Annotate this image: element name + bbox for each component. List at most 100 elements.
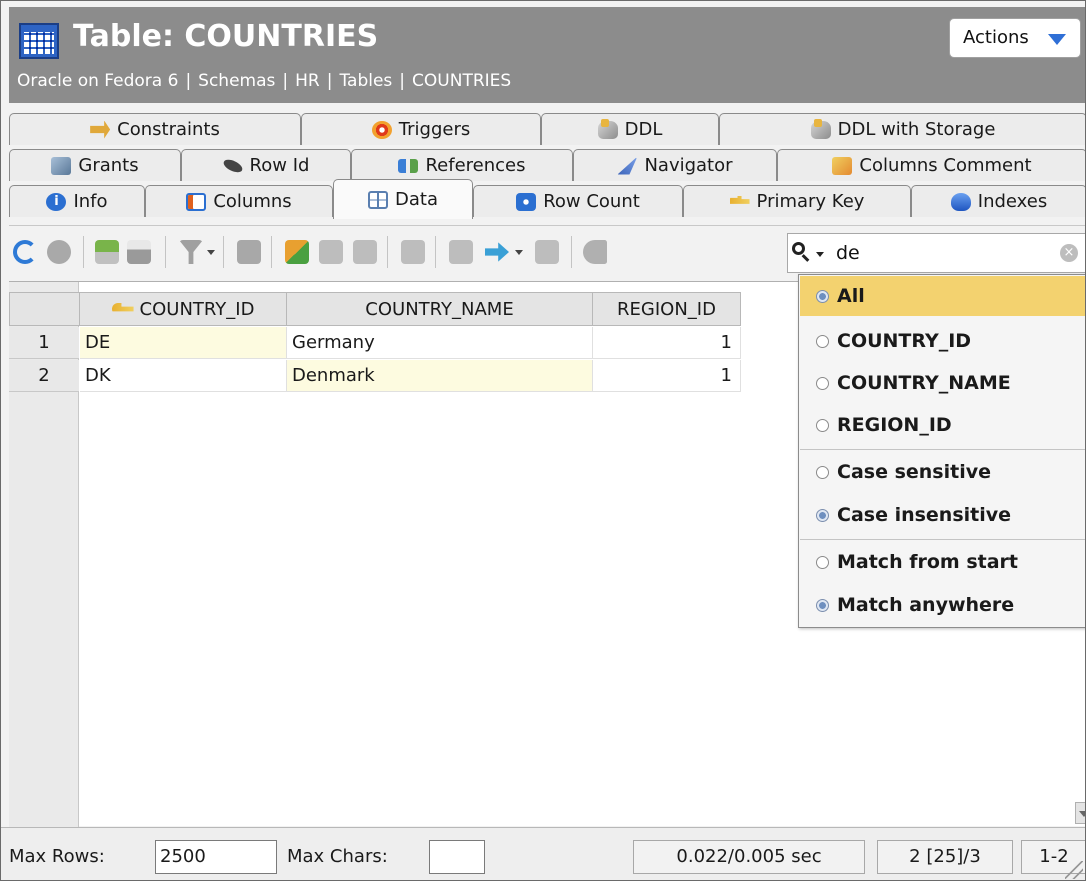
actions-button[interactable]: Actions	[949, 18, 1081, 58]
breadcrumb-schemas[interactable]: Schemas	[198, 71, 275, 91]
export-icon[interactable]	[95, 240, 119, 264]
column-header-label: REGION_ID	[617, 298, 716, 320]
menu-option-label: Match from start	[837, 551, 1018, 573]
table-editor-window: Table: COUNTRIES Oracle on Fedora 6 | Sche…	[0, 0, 1086, 881]
menu-option-case-insensitive[interactable]: Case insensitive	[800, 495, 1085, 535]
search-icon[interactable]	[792, 242, 812, 262]
tab-ddl[interactable]: DDL	[541, 113, 719, 145]
breadcrumb-schema[interactable]: HR	[295, 71, 320, 91]
toolbar-separator	[271, 236, 272, 268]
tab-references[interactable]: References	[351, 149, 573, 181]
menu-option-case-sensitive[interactable]: Case sensitive	[800, 452, 1085, 492]
tab-ddl-with-storage[interactable]: DDL with Storage	[719, 113, 1085, 145]
menu-option-match-anywhere[interactable]: Match anywhere	[800, 585, 1085, 625]
tab-label: Navigator	[644, 155, 733, 176]
clear-icon[interactable]: ×	[1060, 244, 1078, 262]
cell-country-id[interactable]: DE	[80, 327, 287, 359]
tab-constraints[interactable]: Constraints	[9, 113, 301, 145]
tab-label: Indexes	[977, 191, 1048, 212]
tab-info[interactable]: Info	[9, 185, 145, 217]
cell-country-name[interactable]: Germany	[287, 327, 593, 359]
undo-icon[interactable]	[583, 240, 607, 264]
tab-label: Info	[73, 191, 108, 212]
column-header-label: COUNTRY_NAME	[365, 298, 514, 320]
row-info-display: 2 [25]/3	[877, 840, 1013, 874]
tab-row-id[interactable]: Row Id	[181, 149, 351, 181]
sort-icon[interactable]	[449, 240, 473, 264]
bookmark-icon[interactable]	[535, 240, 559, 264]
toolbar-separator	[83, 236, 84, 268]
menu-option-match-from-start[interactable]: Match from start	[800, 542, 1085, 582]
chevron-down-icon[interactable]	[515, 250, 523, 255]
indexes-icon	[950, 192, 971, 211]
commit-icon[interactable]	[353, 240, 377, 264]
menu-option-country-name[interactable]: COUNTRY_NAME	[800, 363, 1085, 403]
tab-label: Primary Key	[756, 191, 865, 212]
scroll-down-button[interactable]	[1075, 802, 1085, 824]
print-icon[interactable]	[127, 240, 151, 264]
rollback-icon[interactable]	[401, 240, 425, 264]
cell-region-id[interactable]: 1	[593, 327, 741, 359]
tab-navigator[interactable]: Navigator	[573, 149, 777, 181]
filter-icon[interactable]	[179, 240, 203, 264]
column-header-country-id[interactable]: COUNTRY_ID	[79, 292, 287, 326]
chevron-down-icon[interactable]	[816, 252, 824, 257]
tab-label: Row Id	[249, 155, 310, 176]
tab-columns[interactable]: Columns	[145, 185, 333, 217]
radio-icon	[816, 418, 829, 432]
search-input[interactable]	[836, 240, 1056, 266]
row-number[interactable]: 2	[9, 360, 79, 392]
max-rows-input[interactable]: 2500	[155, 840, 277, 874]
ddl-storage-icon	[810, 118, 831, 139]
delete-row-icon[interactable]	[319, 240, 343, 264]
row-number[interactable]: 1	[9, 327, 79, 359]
max-rows-label: Max Rows:	[9, 846, 105, 867]
tab-label: Triggers	[398, 119, 471, 140]
menu-separator	[800, 539, 1085, 540]
tab-indexes[interactable]: Indexes	[911, 185, 1085, 217]
freeze-view-icon[interactable]	[237, 240, 261, 264]
breadcrumb-tables[interactable]: Tables	[339, 71, 392, 91]
tab-row-count[interactable]: Row Count	[473, 185, 683, 217]
tab-grants[interactable]: Grants	[9, 149, 181, 181]
insert-row-icon[interactable]	[285, 240, 309, 264]
tab-columns-comment[interactable]: Columns Comment	[777, 149, 1085, 181]
refresh-icon[interactable]	[13, 240, 37, 264]
columns-comment-icon	[832, 156, 853, 175]
tab-label: Columns Comment	[859, 155, 1032, 176]
max-chars-label: Max Chars:	[287, 846, 388, 867]
menu-option-label: REGION_ID	[837, 414, 952, 436]
navigate-icon[interactable]	[485, 242, 509, 262]
cell-country-name[interactable]: Denmark	[287, 360, 593, 392]
stop-icon[interactable]	[47, 240, 71, 264]
row-count-icon	[516, 192, 537, 211]
breadcrumb: Oracle on Fedora 6 | Schemas | HR | Tables | COU…	[17, 71, 512, 91]
editor-header: Table: COUNTRIES Oracle on Fedora 6 | Sche…	[9, 7, 1085, 103]
chevron-down-icon[interactable]	[207, 250, 215, 255]
column-header-country-name[interactable]: COUNTRY_NAME	[286, 292, 593, 326]
tab-data[interactable]: Data	[333, 179, 473, 219]
tab-primary-key[interactable]: Primary Key	[683, 185, 911, 217]
resize-grip-icon[interactable]	[1065, 861, 1083, 879]
tab-triggers[interactable]: Triggers	[301, 113, 541, 145]
menu-option-label: Match anywhere	[837, 594, 1015, 616]
radio-icon	[816, 376, 829, 390]
references-icon	[398, 158, 419, 173]
menu-option-country-id[interactable]: COUNTRY_ID	[800, 321, 1085, 361]
column-header-region-id[interactable]: REGION_ID	[592, 292, 741, 326]
radio-icon	[816, 508, 829, 522]
primary-key-icon	[729, 195, 750, 204]
menu-option-all[interactable]: All	[800, 276, 1085, 316]
breadcrumb-table[interactable]: COUNTRIES	[412, 71, 511, 91]
tab-label: Data	[395, 189, 438, 210]
breadcrumb-connection[interactable]: Oracle on Fedora 6	[17, 71, 178, 91]
radio-icon	[816, 465, 829, 479]
search-field[interactable]: ×	[787, 233, 1085, 273]
menu-option-region-id[interactable]: REGION_ID	[800, 405, 1085, 445]
grid-corner[interactable]	[9, 292, 80, 326]
max-chars-input[interactable]	[429, 840, 485, 874]
cell-region-id[interactable]: 1	[593, 360, 741, 392]
toolbar-separator	[223, 236, 224, 268]
cell-country-id[interactable]: DK	[80, 360, 287, 392]
radio-icon	[816, 598, 829, 612]
